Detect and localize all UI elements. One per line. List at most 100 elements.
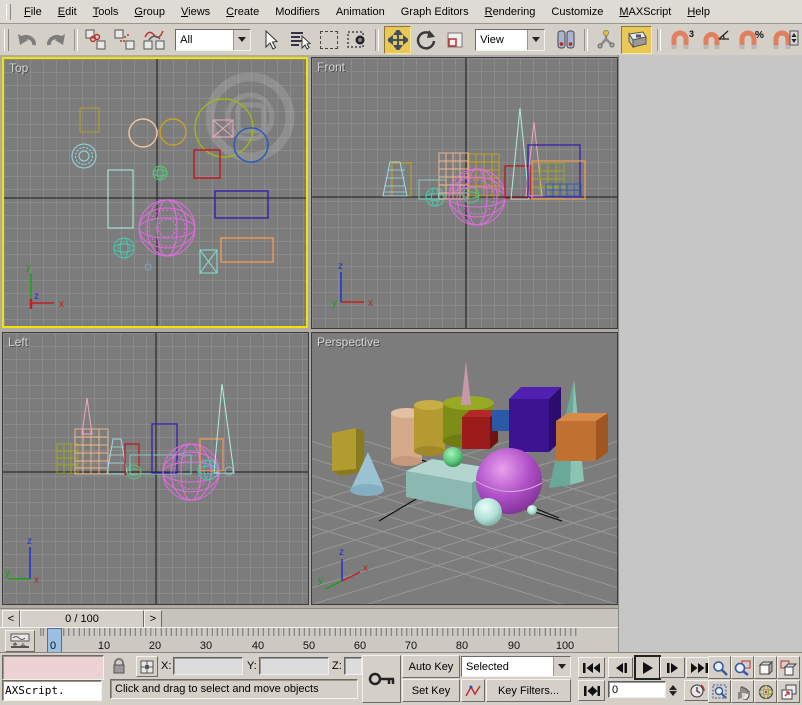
play-animation-button[interactable] xyxy=(634,655,661,680)
menu-views[interactable]: Views xyxy=(173,3,218,21)
percent-snap-toggle-button[interactable]: % xyxy=(734,26,766,54)
lock-icon xyxy=(112,658,126,674)
viewport-left-label: Left xyxy=(8,335,28,349)
rectangular-selection-region-button[interactable] xyxy=(315,26,342,54)
selection-filter-dropdown[interactable]: All xyxy=(175,29,251,51)
command-panel: Standard Primitives - Object Type AutoGr… xyxy=(618,55,802,652)
set-key-button[interactable]: Set Key xyxy=(402,679,460,702)
previous-frame-icon xyxy=(615,663,627,673)
z-coordinate-label: Z: xyxy=(332,660,342,672)
menu-rendering[interactable]: Rendering xyxy=(477,3,544,21)
menu-file[interactable]: File xyxy=(16,3,50,21)
zoom-all-button[interactable] xyxy=(731,656,754,679)
zoom-extents-all-button[interactable] xyxy=(777,656,800,679)
absolute-mode-icon xyxy=(140,660,154,674)
time-slider-handle[interactable]: 0 / 100 xyxy=(20,610,144,628)
frame-spinner[interactable] xyxy=(667,681,678,698)
select-and-link-button[interactable] xyxy=(83,26,110,54)
select-and-manipulate-button[interactable] xyxy=(593,26,620,54)
spinner-down-icon xyxy=(669,691,677,700)
svg-text:y: y xyxy=(26,262,31,273)
svg-text:y: y xyxy=(332,298,337,309)
menu-animation[interactable]: Animation xyxy=(328,3,393,21)
min-max-toggle-button[interactable] xyxy=(777,680,800,703)
time-slider-row: < 0 / 100 > xyxy=(0,608,618,628)
viewport-top[interactable]: Top xyxy=(2,57,308,328)
undo-button[interactable] xyxy=(14,26,41,54)
ruler-ticks xyxy=(40,628,580,636)
menu-maxscript[interactable]: MAXScript xyxy=(611,3,679,21)
scale-icon xyxy=(445,30,465,50)
selection-filter-arrow[interactable] xyxy=(233,30,250,50)
keyboard-shortcut-override-toggle[interactable] xyxy=(621,26,651,54)
move-icon xyxy=(388,30,408,50)
menu-grip xyxy=(6,4,11,20)
menu-tools[interactable]: Tools xyxy=(85,3,127,21)
region-zoom-button[interactable] xyxy=(708,680,731,703)
viewport-top-scene: y z x xyxy=(4,59,306,326)
angle-snap-toggle-button[interactable] xyxy=(700,26,732,54)
zoom-all-icon xyxy=(734,660,751,676)
selection-lock-toggle[interactable] xyxy=(110,657,128,675)
key-filters-button[interactable]: Key Filters... xyxy=(486,679,571,702)
menu-help[interactable]: Help xyxy=(679,3,718,21)
absolute-mode-toggle[interactable] xyxy=(136,656,158,677)
arc-rotate-button[interactable] xyxy=(754,680,777,703)
current-frame-field[interactable]: 0 xyxy=(608,681,666,698)
select-and-scale-button[interactable] xyxy=(442,26,469,54)
select-and-rotate-button[interactable] xyxy=(413,26,440,54)
magnet-3d-icon: 3 xyxy=(668,29,696,51)
auto-key-button[interactable]: Auto Key xyxy=(402,655,460,678)
z-coordinate-field[interactable] xyxy=(344,657,362,675)
bind-spacewarp-icon xyxy=(141,27,167,53)
unlink-selection-button[interactable] xyxy=(112,26,139,54)
select-and-move-button[interactable] xyxy=(384,26,411,54)
open-mini-curve-editor-button[interactable] xyxy=(5,630,35,652)
key-icon xyxy=(368,670,396,688)
viewport-left[interactable]: Left z y xyxy=(2,332,309,605)
keyboard-key-icon xyxy=(625,29,649,51)
set-keys-button[interactable] xyxy=(362,655,401,703)
go-to-start-button[interactable] xyxy=(578,657,605,678)
viewport-perspective[interactable]: Perspective xyxy=(311,332,618,605)
menu-group[interactable]: Group xyxy=(126,3,173,21)
time-slider-prev-button[interactable]: < xyxy=(2,610,20,628)
coordinate-system-arrow[interactable] xyxy=(527,30,544,50)
use-pivot-point-center-button[interactable] xyxy=(552,26,579,54)
key-mode-selection-arrow[interactable] xyxy=(553,657,570,676)
select-object-button[interactable] xyxy=(258,26,285,54)
spinner-snap-toggle-button[interactable] xyxy=(769,26,801,54)
previous-frame-button[interactable] xyxy=(608,657,633,678)
default-in-out-tangents-button[interactable] xyxy=(461,679,485,702)
bind-to-space-warp-button[interactable] xyxy=(140,26,168,54)
y-coordinate-field[interactable] xyxy=(259,657,329,675)
pan-view-button[interactable] xyxy=(731,680,754,703)
select-by-name-button[interactable] xyxy=(287,26,314,54)
menu-modifiers[interactable]: Modifiers xyxy=(267,3,328,21)
zoom-button[interactable] xyxy=(708,656,731,679)
next-frame-button[interactable] xyxy=(660,657,685,678)
x-coordinate-field[interactable] xyxy=(173,657,243,675)
menu-edit[interactable]: Edit xyxy=(50,3,85,21)
viewport-area: Top xyxy=(0,55,618,608)
snaps-toggle-3d-button[interactable]: 3 xyxy=(666,26,698,54)
toolbar-separator xyxy=(657,29,661,51)
menu-graph-editors[interactable]: Graph Editors xyxy=(393,3,477,21)
magnet-percent-icon: % xyxy=(736,29,764,51)
window-crossing-button[interactable] xyxy=(344,26,371,54)
reference-coordinate-system-dropdown[interactable]: View xyxy=(475,29,545,51)
redo-button[interactable] xyxy=(42,26,69,54)
maxscript-listener-pink[interactable] xyxy=(2,655,104,680)
track-bar-ruler[interactable]: 0 10 20 30 40 50 60 70 80 90 100 xyxy=(40,628,618,653)
key-mode-toggle-button[interactable] xyxy=(578,680,605,701)
menu-create[interactable]: Create xyxy=(218,3,267,21)
key-mode-selection-dropdown[interactable]: Selected xyxy=(461,656,571,677)
time-slider-next-button[interactable]: > xyxy=(144,610,162,628)
maxscript-listener-input[interactable]: AXScript. xyxy=(2,680,102,701)
zoom-extents-button[interactable] xyxy=(754,656,777,679)
viewport-front[interactable]: Front xyxy=(311,57,618,329)
menu-customize[interactable]: Customize xyxy=(543,3,611,21)
toolbar-separator xyxy=(74,29,78,51)
time-configuration-button[interactable] xyxy=(684,680,709,701)
select-arrow-icon xyxy=(262,30,280,50)
